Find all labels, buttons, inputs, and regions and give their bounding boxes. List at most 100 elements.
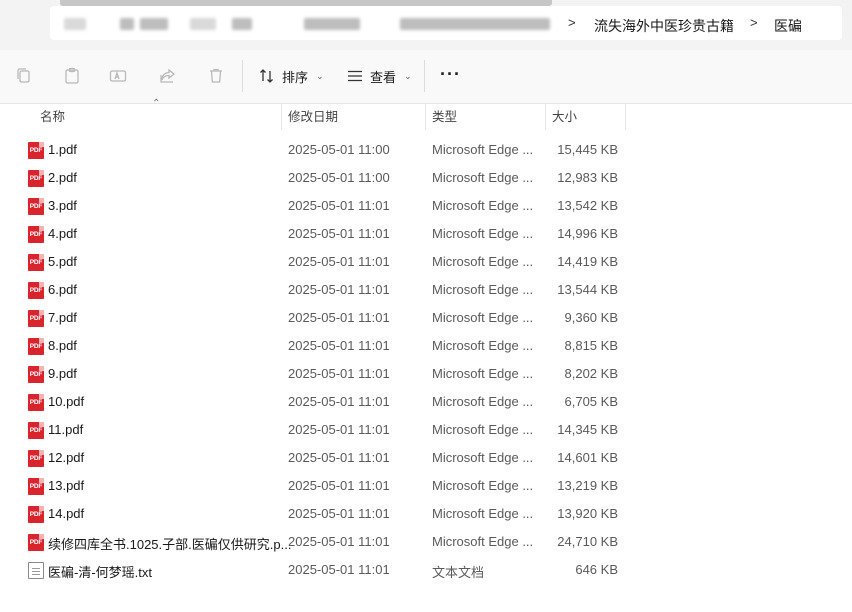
sort-label: 排序: [282, 69, 309, 85]
file-modified-date: 2025-05-01 11:01: [288, 310, 390, 325]
chevron-down-icon: ⌄: [316, 70, 324, 81]
file-name: 7.pdf: [48, 310, 77, 325]
file-modified-date: 2025-05-01 11:01: [288, 422, 390, 437]
file-type: Microsoft Edge ...: [432, 478, 534, 493]
file-row[interactable]: PDF 14.pdf 2025-05-01 11:01 Microsoft Edge …: [0, 500, 852, 528]
redacted-path-segment: [232, 18, 252, 30]
paste-icon[interactable]: [62, 66, 82, 86]
share-icon[interactable]: [158, 66, 178, 86]
file-size: 8,815 KB: [564, 338, 619, 353]
address-bar[interactable]: > 流失海外中医珍贵古籍 > 医碥: [50, 6, 842, 40]
column-divider[interactable]: [281, 104, 282, 130]
column-header-modified[interactable]: 修改日期: [288, 104, 338, 130]
file-row[interactable]: PDF 8.pdf 2025-05-01 11:01 Microsoft Edge .…: [0, 332, 852, 360]
file-type: Microsoft Edge ...: [432, 170, 534, 185]
file-modified-date: 2025-05-01 11:01: [288, 534, 390, 549]
file-type: Microsoft Edge ...: [432, 534, 534, 549]
file-row[interactable]: PDF 6.pdf 2025-05-01 11:01 Microsoft Edge .…: [0, 276, 852, 304]
file-modified-date: 2025-05-01 11:01: [288, 198, 390, 213]
file-name: 12.pdf: [48, 450, 85, 465]
file-type: Microsoft Edge ...: [432, 198, 534, 213]
rename-icon[interactable]: [108, 66, 128, 86]
file-size: 8,202 KB: [564, 366, 619, 381]
file-name: 9.pdf: [48, 366, 77, 381]
delete-icon[interactable]: [206, 66, 226, 86]
column-header-name[interactable]: 名称: [40, 104, 65, 130]
pdf-file-icon: PDF: [28, 338, 44, 355]
file-modified-date: 2025-05-01 11:01: [288, 562, 390, 577]
file-name: 8.pdf: [48, 338, 77, 353]
pdf-file-icon: PDF: [28, 394, 44, 411]
pdf-file-icon: PDF: [28, 450, 44, 467]
file-name: 5.pdf: [48, 254, 77, 269]
pdf-file-icon: PDF: [28, 534, 44, 551]
file-modified-date: 2025-05-01 11:01: [288, 254, 390, 269]
file-size: 13,542 KB: [557, 198, 618, 213]
file-name: 6.pdf: [48, 282, 77, 297]
text-file-icon: [28, 562, 44, 579]
toolbar-divider: [242, 60, 243, 92]
file-size: 14,419 KB: [557, 254, 618, 269]
file-row[interactable]: PDF 4.pdf 2025-05-01 11:01 Microsoft Edge .…: [0, 220, 852, 248]
file-type: Microsoft Edge ...: [432, 394, 534, 409]
file-name: 续修四库全书.1025.子部.医碥仅供研究.p...: [48, 537, 292, 552]
breadcrumb-item-current[interactable]: 医碥: [774, 16, 802, 36]
file-type: Microsoft Edge ...: [432, 282, 534, 297]
pdf-file-icon: PDF: [28, 422, 44, 439]
file-size: 15,445 KB: [557, 142, 618, 157]
file-size: 24,710 KB: [557, 534, 618, 549]
pdf-file-icon: PDF: [28, 366, 44, 383]
file-modified-date: 2025-05-01 11:01: [288, 282, 390, 297]
file-name: 医碥-清-何梦瑶.txt: [48, 565, 152, 580]
breadcrumb-separator: >: [568, 15, 576, 30]
file-row[interactable]: PDF 1.pdf 2025-05-01 11:00 Microsoft Edge .…: [0, 136, 852, 164]
pdf-file-icon: PDF: [28, 506, 44, 523]
redacted-path-segment: [190, 18, 216, 30]
address-bar-area: > 流失海外中医珍贵古籍 > 医碥: [0, 0, 852, 50]
redacted-path-segment: [304, 18, 360, 30]
file-row[interactable]: PDF 10.pdf 2025-05-01 11:01 Microsoft Edge …: [0, 388, 852, 416]
copy-icon[interactable]: [14, 66, 34, 86]
file-row[interactable]: PDF 7.pdf 2025-05-01 11:01 Microsoft Edge .…: [0, 304, 852, 332]
pdf-file-icon: PDF: [28, 478, 44, 495]
pdf-file-icon: PDF: [28, 170, 44, 187]
file-modified-date: 2025-05-01 11:01: [288, 338, 390, 353]
file-type: Microsoft Edge ...: [432, 450, 534, 465]
column-divider[interactable]: [625, 104, 626, 130]
sort-button[interactable]: 排序 ⌄: [258, 66, 324, 86]
pdf-file-icon: PDF: [28, 310, 44, 327]
breadcrumb-separator: >: [750, 15, 758, 30]
file-type: Microsoft Edge ...: [432, 310, 534, 325]
column-divider[interactable]: [545, 104, 546, 130]
column-header-type[interactable]: 类型: [432, 104, 457, 130]
breadcrumb-item[interactable]: 流失海外中医珍贵古籍: [594, 16, 734, 36]
file-type: Microsoft Edge ...: [432, 226, 534, 241]
file-name: 11.pdf: [48, 422, 84, 437]
file-modified-date: 2025-05-01 11:01: [288, 394, 390, 409]
file-row[interactable]: PDF 9.pdf 2025-05-01 11:01 Microsoft Edge .…: [0, 360, 852, 388]
more-options-icon[interactable]: ···: [440, 64, 461, 85]
file-size: 9,360 KB: [564, 310, 619, 325]
column-divider[interactable]: [425, 104, 426, 130]
file-row[interactable]: PDF 5.pdf 2025-05-01 11:01 Microsoft Edge .…: [0, 248, 852, 276]
sort-ascending-icon: ⌃: [152, 98, 161, 109]
file-row[interactable]: 医碥-清-何梦瑶.txt 2025-05-01 11:01 文本文档 646 KB: [0, 556, 852, 584]
file-size: 13,920 KB: [557, 506, 618, 521]
file-modified-date: 2025-05-01 11:01: [288, 366, 390, 381]
column-header-size[interactable]: 大小: [552, 104, 577, 130]
file-modified-date: 2025-05-01 11:01: [288, 226, 390, 241]
redacted-path-segment: [400, 18, 550, 30]
file-row[interactable]: PDF 11.pdf 2025-05-01 11:01 Microsoft Edge …: [0, 416, 852, 444]
file-size: 13,544 KB: [557, 282, 618, 297]
file-row[interactable]: PDF 3.pdf 2025-05-01 11:01 Microsoft Edge .…: [0, 192, 852, 220]
file-size: 6,705 KB: [564, 394, 619, 409]
file-row[interactable]: PDF 12.pdf 2025-05-01 11:01 Microsoft Edge …: [0, 444, 852, 472]
file-row[interactable]: PDF 2.pdf 2025-05-01 11:00 Microsoft Edge .…: [0, 164, 852, 192]
file-type: Microsoft Edge ...: [432, 366, 534, 381]
view-button[interactable]: 查看 ⌄: [346, 66, 412, 86]
file-name: 2.pdf: [48, 170, 77, 185]
file-row[interactable]: PDF 续修四库全书.1025.子部.医碥仅供研究.p... 2025-05-01 …: [0, 528, 852, 556]
file-row[interactable]: PDF 13.pdf 2025-05-01 11:01 Microsoft Edge …: [0, 472, 852, 500]
file-modified-date: 2025-05-01 11:01: [288, 478, 390, 493]
file-modified-date: 2025-05-01 11:00: [288, 142, 390, 157]
